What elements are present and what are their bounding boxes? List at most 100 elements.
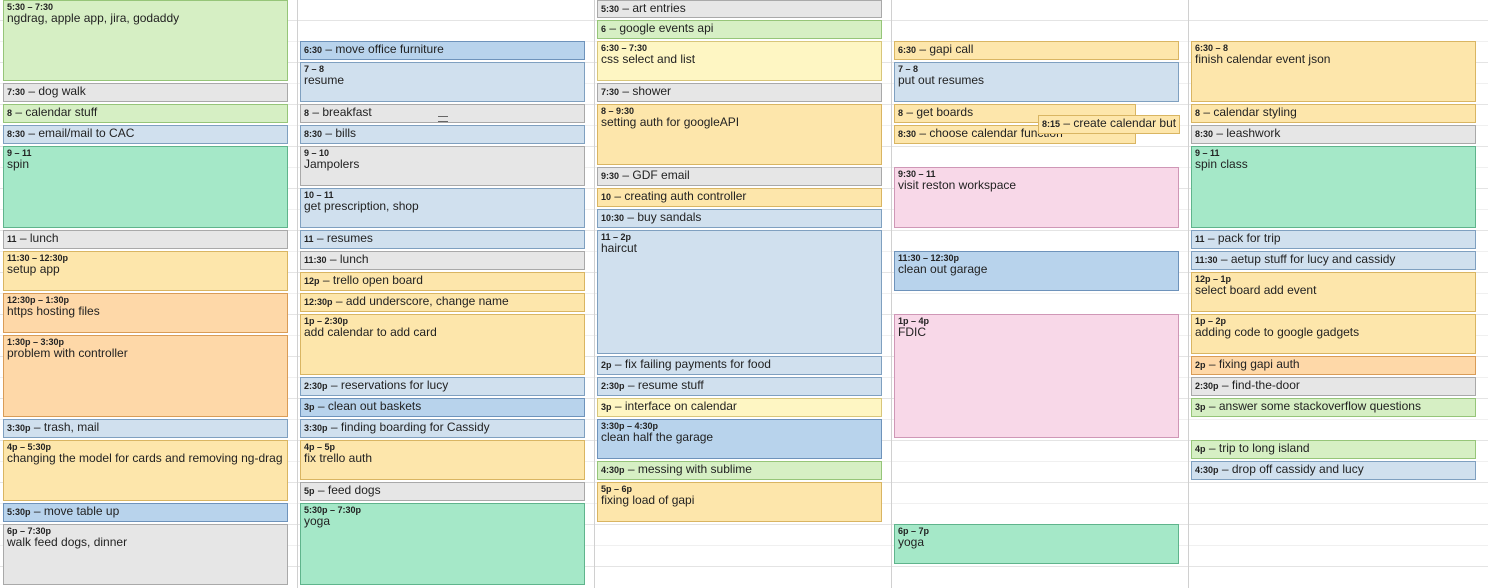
calendar-event[interactable]: 1:30p – 3:30p problem with controller <box>3 335 288 417</box>
event-title: calendar stuff <box>25 105 98 119</box>
event-title: calendar styling <box>1213 105 1297 119</box>
calendar-event[interactable]: 4:30pmessing with sublime <box>597 461 882 480</box>
event-title: lunch <box>339 252 369 266</box>
calendar-event[interactable]: 12p – 1p select board add event <box>1191 272 1476 312</box>
calendar-event[interactable]: 11lunch <box>3 230 288 249</box>
calendar-event[interactable]: 8calendar stuff <box>3 104 288 123</box>
calendar-event[interactable]: 8 – 9:30 setting auth for googleAPI <box>597 104 882 165</box>
calendar-event[interactable]: 9 – 11 spin <box>3 146 288 228</box>
event-title: trash, mail <box>43 420 100 434</box>
calendar-event[interactable]: 11:30aetup stuff for lucy and cassidy <box>1191 251 1476 270</box>
event-time: 9:30 <box>601 171 632 181</box>
calendar-event[interactable]: 9 – 11 spin class <box>1191 146 1476 228</box>
calendar-event[interactable]: 6:30gapi call <box>894 41 1179 60</box>
calendar-event[interactable]: 11:30lunch <box>300 251 585 270</box>
event-time: 1p – 4p <box>898 316 930 326</box>
calendar-event[interactable]: 11pack for trip <box>1191 230 1476 249</box>
calendar-event[interactable]: 5:30p – 7:30p yoga <box>300 503 585 585</box>
calendar-event[interactable]: 12:30padd underscore, change name <box>300 293 585 312</box>
calendar-event[interactable]: 10creating auth controller <box>597 188 882 207</box>
calendar-event[interactable]: 11 – 2p haircut <box>597 230 882 354</box>
calendar-event[interactable]: 1p – 2p adding code to google gadgets <box>1191 314 1476 354</box>
calendar-event[interactable]: 3panswer some stackoverflow questions <box>1191 398 1476 417</box>
event-title: walk feed dogs, dinner <box>7 535 128 549</box>
event-title: Jampolers <box>304 157 360 171</box>
calendar-event[interactable]: 6:30 – 7:30 css select and list <box>597 41 882 81</box>
calendar-event[interactable]: 10:30buy sandals <box>597 209 882 228</box>
event-title: feed dogs <box>327 483 381 497</box>
calendar-event[interactable]: 7 – 8 put out resumes <box>894 62 1179 102</box>
event-time: 12p <box>304 276 333 286</box>
event-time: 8:15 <box>1042 119 1073 129</box>
event-time: 3:30p <box>304 423 341 433</box>
event-time: 11:30 <box>304 255 340 265</box>
calendar-event[interactable]: 4p – 5p fix trello auth <box>300 440 585 480</box>
event-title: create calendar but <box>1073 116 1177 130</box>
calendar-event[interactable]: 11resumes <box>300 230 585 249</box>
calendar-event[interactable]: 5:30 – 7:30 ngdrag, apple app, jira, goda… <box>3 0 288 81</box>
event-title: clean out baskets <box>327 399 422 413</box>
event-time: 8:30 <box>898 129 929 139</box>
calendar-event[interactable]: 1p – 4p FDIC <box>894 314 1179 438</box>
calendar-event[interactable]: 8calendar styling <box>1191 104 1476 123</box>
calendar-event[interactable]: 2:30presume stuff <box>597 377 882 396</box>
event-time: 2:30p <box>601 381 638 391</box>
event-title: finish calendar event json <box>1195 52 1331 66</box>
calendar-event[interactable]: 8:30bills <box>300 125 585 144</box>
event-title: spin class <box>1195 157 1248 171</box>
event-title: reservations for lucy <box>340 378 449 392</box>
calendar-event[interactable]: 5pfeed dogs <box>300 482 585 501</box>
event-title: interface on calendar <box>624 399 737 413</box>
calendar-event[interactable]: 1p – 2:30p add calendar to add card <box>300 314 585 375</box>
event-title: shower <box>632 84 672 98</box>
calendar-event[interactable]: 4:30pdrop off cassidy and lucy <box>1191 461 1476 480</box>
calendar-event[interactable]: 6p – 7:30p walk feed dogs, dinner <box>3 524 288 585</box>
calendar-event[interactable]: 2pfixing gapi auth <box>1191 356 1476 375</box>
event-title: move office furniture <box>335 42 444 56</box>
event-title: changing the model for cards and removin… <box>7 451 283 465</box>
calendar-event[interactable]: 9 – 10 Jampolers <box>300 146 585 186</box>
event-time: 6:30 <box>304 45 335 55</box>
event-title: creating auth controller <box>624 189 747 203</box>
calendar-event[interactable]: 9:30 – 11 visit reston workspace <box>894 167 1179 228</box>
calendar-event[interactable]: 7 – 8 resume <box>300 62 585 102</box>
calendar-event[interactable]: 10 – 11 get prescription, shop <box>300 188 585 228</box>
calendar-event[interactable]: 11:30 – 12:30p clean out garage <box>894 251 1179 291</box>
calendar-event[interactable]: 3:30p – 4:30p clean half the garage <box>597 419 882 459</box>
calendar-event[interactable]: 8:15create calendar but <box>1038 115 1180 134</box>
event-title: resumes <box>326 231 373 245</box>
resize-handle[interactable] <box>438 116 448 122</box>
calendar-event[interactable]: 3:30pfinding boarding for Cassidy <box>300 419 585 438</box>
calendar-event[interactable]: 6p – 7p yoga <box>894 524 1179 564</box>
calendar-event[interactable]: 4ptrip to long island <box>1191 440 1476 459</box>
calendar-event[interactable]: 5p – 6p fixing load of gapi <box>597 482 882 522</box>
calendar-event[interactable]: 2:30pfind-the-door <box>1191 377 1476 396</box>
event-time: 2:30p <box>304 381 341 391</box>
calendar-event[interactable]: 6:30move office furniture <box>300 41 585 60</box>
event-time: 8 <box>898 108 916 118</box>
calendar-event[interactable]: 2pfix failing payments for food <box>597 356 882 375</box>
calendar-event[interactable]: 5:30pmove table up <box>3 503 288 522</box>
event-time: 5:30p – 7:30p <box>304 505 362 515</box>
event-title: setup app <box>7 262 60 276</box>
calendar-event[interactable]: 7:30dog walk <box>3 83 288 102</box>
calendar-event[interactable]: 4p – 5:30p changing the model for cards a… <box>3 440 288 501</box>
event-title: pack for trip <box>1217 231 1281 245</box>
calendar-event[interactable]: 8:30leashwork <box>1191 125 1476 144</box>
calendar-event[interactable]: 11:30 – 12:30p setup app <box>3 251 288 291</box>
calendar-event[interactable]: 5:30art entries <box>597 0 882 18</box>
calendar-event[interactable]: 8:30email/mail to CAC <box>3 125 288 144</box>
calendar-event[interactable]: 3pinterface on calendar <box>597 398 882 417</box>
calendar-event[interactable]: 7:30shower <box>597 83 882 102</box>
calendar-event[interactable]: 6google events api <box>597 20 882 39</box>
calendar-event[interactable]: 3pclean out baskets <box>300 398 585 417</box>
calendar-event[interactable]: 6:30 – 8 finish calendar event json <box>1191 41 1476 102</box>
calendar-event[interactable]: 9:30GDF email <box>597 167 882 186</box>
event-time: 7:30 <box>7 87 38 97</box>
calendar-event[interactable]: 12:30p – 1:30p https hosting files <box>3 293 288 333</box>
event-title: fixing load of gapi <box>601 493 695 507</box>
event-title: fix trello auth <box>304 451 373 465</box>
calendar-event[interactable]: 3:30ptrash, mail <box>3 419 288 438</box>
calendar-event[interactable]: 12ptrello open board <box>300 272 585 291</box>
calendar-event[interactable]: 2:30preservations for lucy <box>300 377 585 396</box>
